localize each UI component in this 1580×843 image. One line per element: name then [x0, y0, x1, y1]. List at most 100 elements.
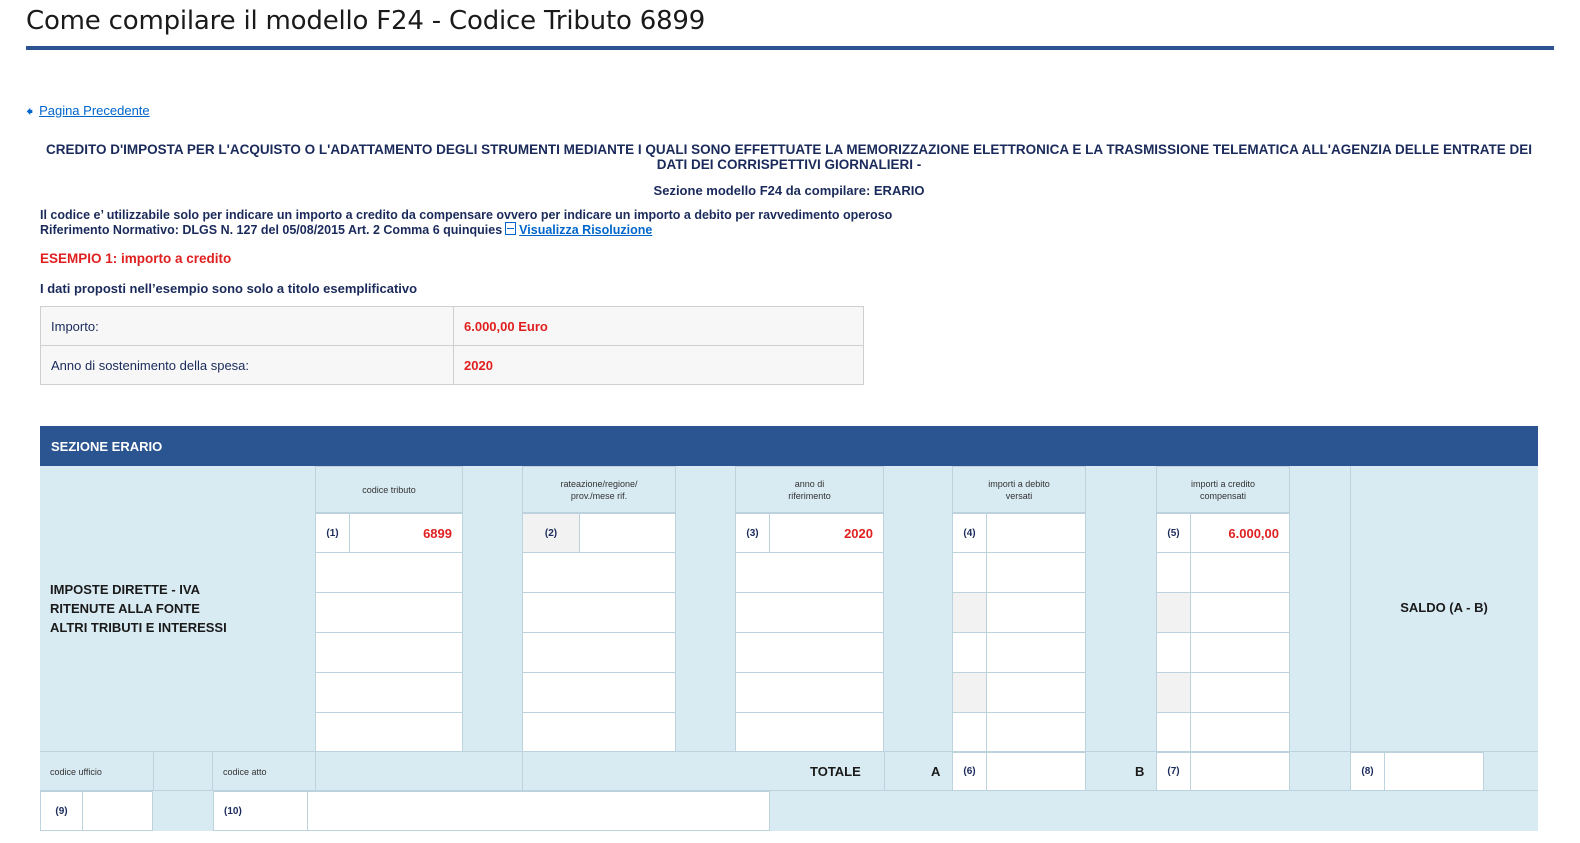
tax-category-label: IMPOSTE DIRETTE - IVA RITENUTE ALLA FONT…	[50, 580, 227, 637]
index-6: (6)	[952, 752, 987, 791]
index-1: (1)	[315, 513, 350, 553]
importo-credito-field[interactable]	[1190, 552, 1290, 593]
anno-riferimento-field[interactable]	[735, 632, 884, 673]
codice-tributo-field[interactable]	[315, 712, 463, 752]
col-header-debito: importi a debito versati	[952, 466, 1086, 513]
description-line-2: Riferimento Normativo: DLGS N. 127 del 0…	[40, 222, 892, 237]
info-label: Importo:	[40, 306, 454, 346]
pdf-icon	[505, 222, 517, 235]
separator	[522, 752, 523, 791]
credito-index-cell	[1156, 672, 1191, 713]
description-line-1: Il codice e’ utilizzabile solo per indic…	[40, 208, 893, 222]
resolution-link[interactable]: Visualizza Risoluzione	[519, 223, 652, 237]
erario-form: IMPOSTE DIRETTE - IVA RITENUTE ALLA FONT…	[40, 466, 1538, 831]
col-header-text: riferimento	[788, 490, 831, 501]
separator	[153, 752, 213, 791]
info-label: Anno di sostenimento della spesa:	[40, 345, 454, 385]
anno-riferimento-field[interactable]	[735, 592, 884, 633]
arrow-left-icon: 🠸	[26, 102, 34, 119]
codice-tributo-field[interactable]: 6899	[349, 513, 463, 553]
tax-category-line: IMPOSTE DIRETTE - IVA	[50, 582, 200, 597]
codice-atto-field[interactable]	[307, 791, 770, 831]
info-value: 6.000,00 Euro	[453, 306, 864, 346]
col-header-text: importi a credito	[1190, 478, 1256, 489]
col-header-text: prov./mese rif.	[570, 490, 628, 501]
credito-index-cell	[1156, 592, 1191, 633]
debito-index-cell	[952, 592, 987, 633]
codice-atto-label: codice atto	[223, 766, 267, 777]
importo-debito-field[interactable]	[986, 552, 1086, 593]
example-label: ESEMPIO 1: importo a credito	[40, 251, 232, 266]
col-header-text: rateazione/regione/	[560, 478, 638, 489]
col-header-credito: importi a credito compensati	[1156, 466, 1290, 513]
codice-tributo-field[interactable]	[315, 592, 463, 633]
rateazione-field[interactable]	[522, 712, 676, 752]
rateazione-field[interactable]	[522, 632, 676, 673]
codice-tributo-field[interactable]	[315, 552, 463, 593]
anno-riferimento-field[interactable]	[735, 552, 884, 593]
importo-debito-field[interactable]	[986, 592, 1086, 633]
importo-credito-field[interactable]	[1190, 712, 1290, 752]
tax-category-line: RITENUTE ALLA FONTE	[50, 601, 200, 616]
importo-credito-field[interactable]	[1190, 672, 1290, 713]
anno-riferimento-field[interactable]	[735, 672, 884, 713]
total-b-label: B	[1135, 764, 1145, 779]
separator	[315, 752, 316, 791]
codice-tributo-field[interactable]	[315, 632, 463, 673]
separator	[884, 752, 885, 791]
back-link[interactable]: 🠸 Pagina Precedente	[26, 103, 150, 118]
saldo-field[interactable]	[1384, 752, 1484, 791]
importo-credito-field[interactable]: 6.000,00	[1190, 513, 1290, 553]
col-header-text: anno di	[794, 478, 825, 489]
saldo-label: SALDO (A - B)	[1400, 600, 1488, 615]
info-value: 2020	[453, 345, 864, 385]
table-row: Anno di sostenimento della spesa: 2020	[40, 345, 864, 385]
debito-index-cell	[952, 552, 987, 593]
rateazione-field[interactable]	[522, 592, 676, 633]
rateazione-field[interactable]	[522, 552, 676, 593]
index-10: (10)	[213, 791, 308, 831]
col-header-anno: anno di riferimento	[735, 466, 884, 513]
debito-index-cell	[952, 672, 987, 713]
info-table: Importo: 6.000,00 Euro Anno di sostenime…	[40, 306, 864, 385]
total-a-label: A	[931, 764, 941, 779]
index-4: (4)	[952, 513, 987, 553]
anno-riferimento-field[interactable]: 2020	[769, 513, 884, 553]
title-underline	[26, 46, 1554, 50]
col-header-text: codice tributo	[362, 484, 416, 495]
importo-debito-field[interactable]	[986, 672, 1086, 713]
debito-index-cell	[952, 712, 987, 752]
rateazione-field[interactable]	[579, 513, 676, 553]
normative-reference: Riferimento Normativo: DLGS N. 127 del 0…	[40, 223, 503, 237]
anno-riferimento-field[interactable]	[735, 712, 884, 752]
intro-title: CREDITO D'IMPOSTA PER L'ACQUISTO O L'ADA…	[45, 142, 1533, 172]
description: Il codice e’ utilizzabile solo per indic…	[40, 208, 892, 237]
col-header-text: compensati	[1199, 490, 1247, 501]
example-note: I dati proposti nell’esempio sono solo a…	[40, 281, 418, 296]
importo-debito-field[interactable]	[986, 513, 1086, 553]
codice-ufficio-label: codice ufficio	[50, 766, 102, 777]
importo-credito-field[interactable]	[1190, 632, 1290, 673]
section-line: Sezione modello F24 da compilare: ERARIO	[653, 183, 925, 198]
col-header-rateazione: rateazione/regione/prov./mese rif.	[522, 466, 676, 513]
codice-ufficio-field[interactable]	[82, 791, 153, 831]
total-debito-field[interactable]	[986, 752, 1086, 791]
credito-index-cell	[1156, 712, 1191, 752]
importo-credito-field[interactable]	[1190, 592, 1290, 633]
codice-tributo-field[interactable]	[315, 672, 463, 713]
back-link-label: Pagina Precedente	[39, 103, 150, 118]
erario-header: SEZIONE ERARIO	[40, 426, 1538, 466]
index-5: (5)	[1156, 513, 1191, 553]
index-9: (9)	[40, 791, 83, 831]
total-credito-field[interactable]	[1190, 752, 1290, 791]
index-3: (3)	[735, 513, 770, 553]
index-7: (7)	[1156, 752, 1191, 791]
totale-label: TOTALE	[810, 764, 861, 779]
importo-debito-field[interactable]	[986, 712, 1086, 752]
index-2: (2)	[522, 513, 580, 553]
credito-index-cell	[1156, 632, 1191, 673]
table-row: Importo: 6.000,00 Euro	[40, 306, 864, 346]
importo-debito-field[interactable]	[986, 632, 1086, 673]
rateazione-field[interactable]	[522, 672, 676, 713]
col-header-codice-tributo: codice tributo	[315, 466, 463, 513]
